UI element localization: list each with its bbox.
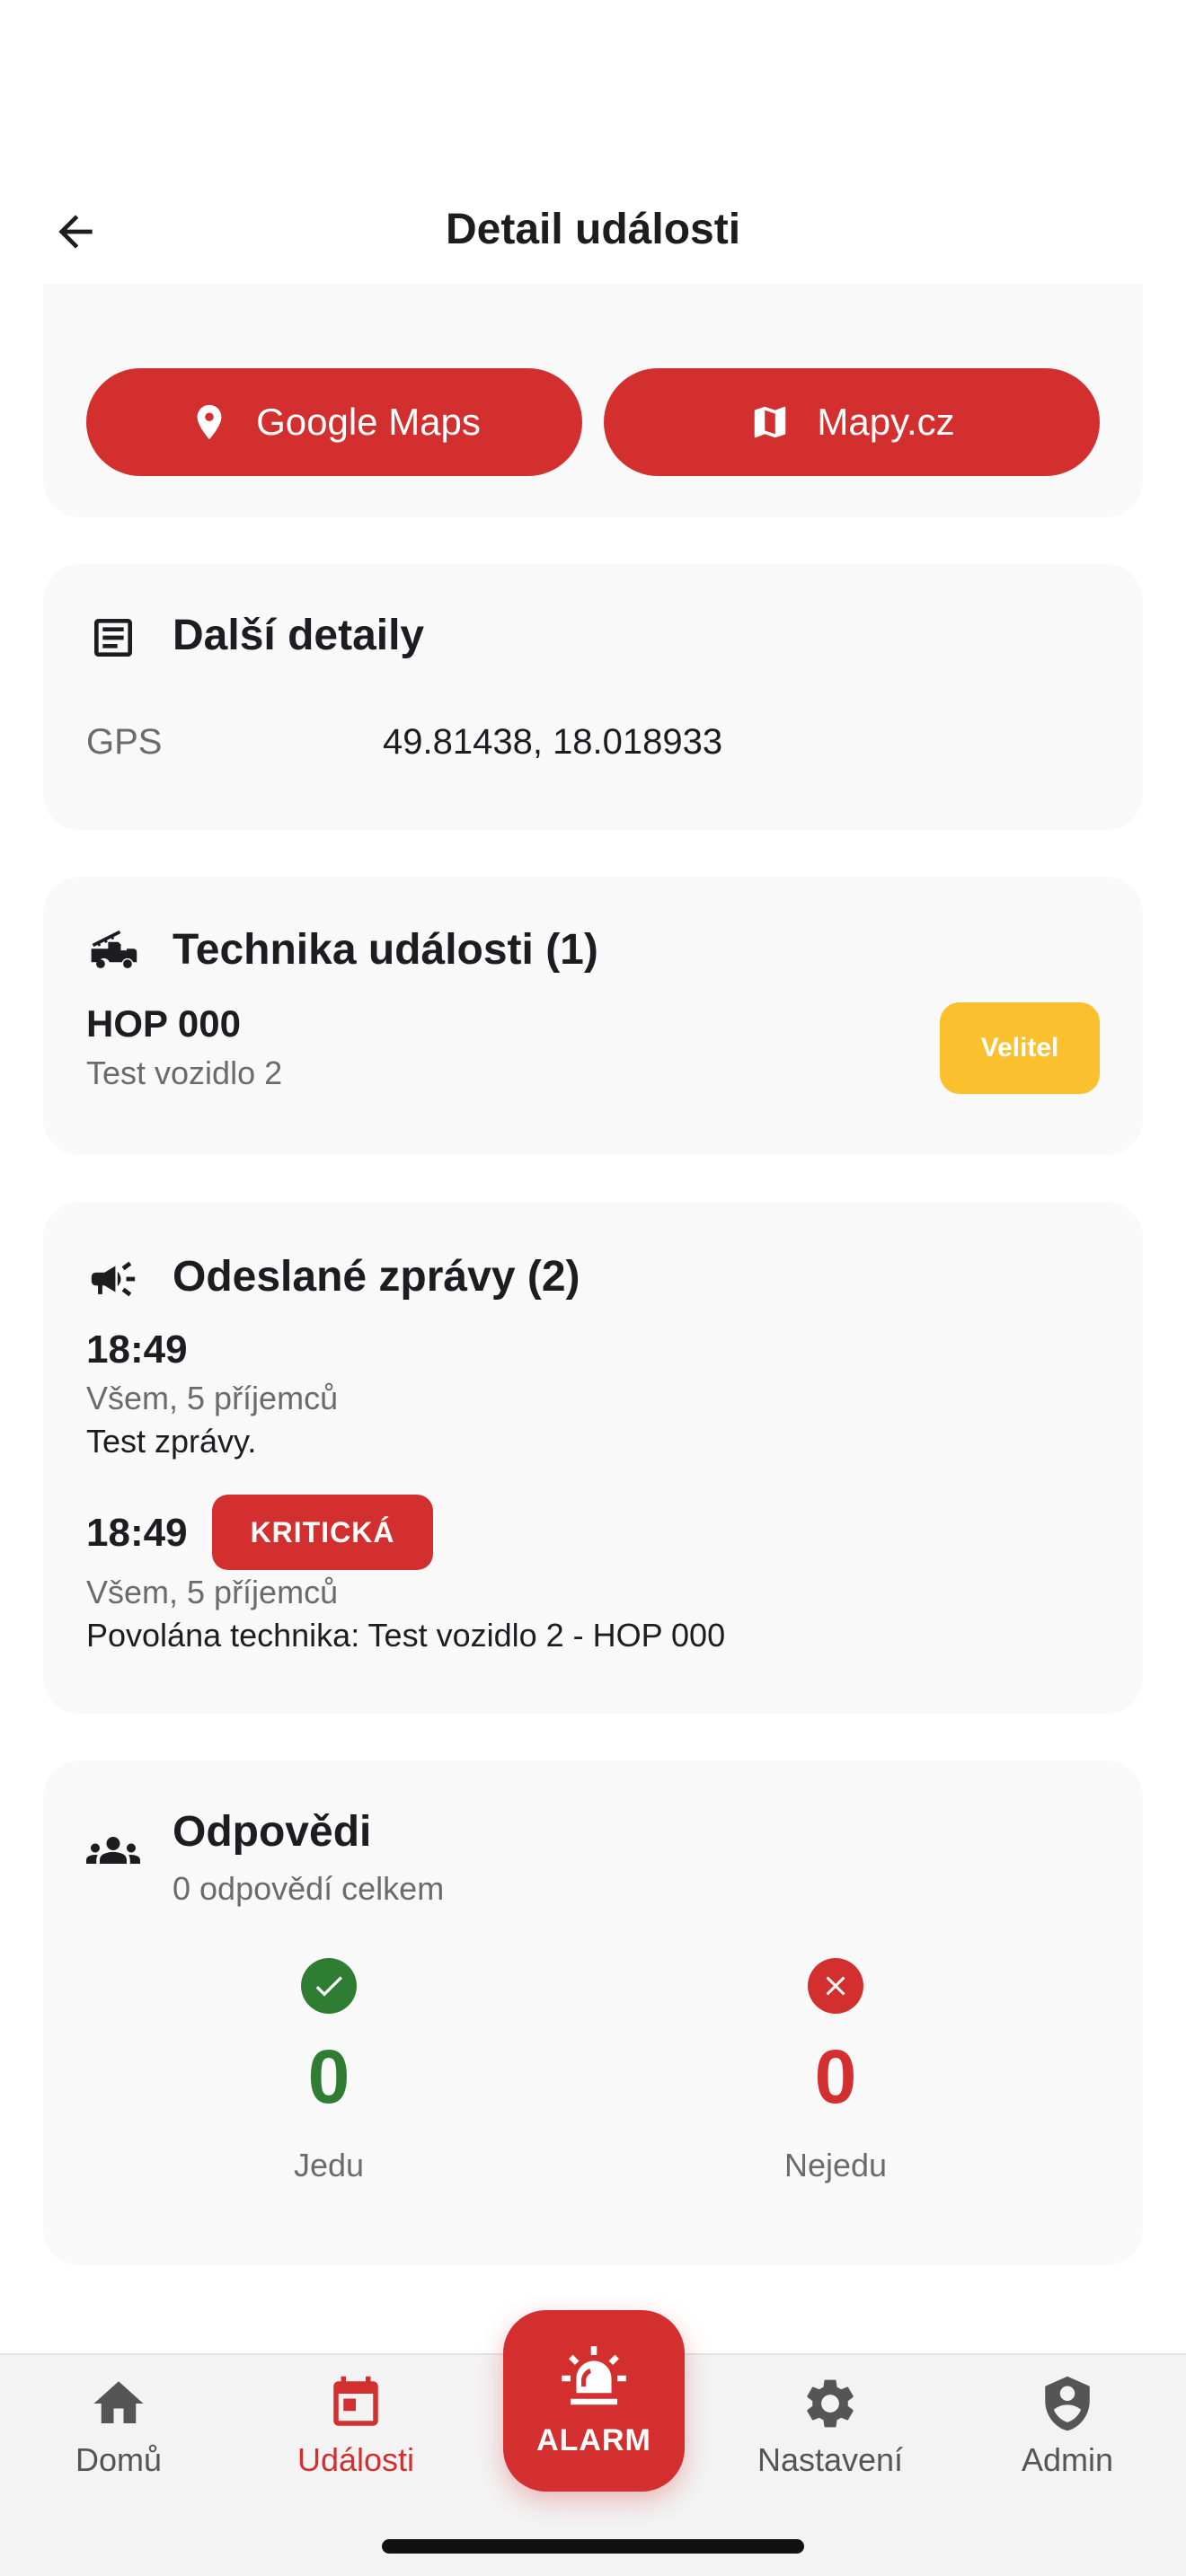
- home-icon: [88, 2373, 149, 2434]
- navigation-card: Google Maps Mapy.cz: [43, 284, 1143, 517]
- nav-admin-label: Admin: [1021, 2441, 1114, 2478]
- message-recipients: Všem, 5 příjemců: [86, 1574, 339, 1610]
- going-count: 0: [307, 2034, 350, 2119]
- document-icon: [86, 611, 140, 665]
- nav-events-label: Události: [296, 2441, 415, 2478]
- nav-settings-label: Nastavení: [757, 2441, 904, 2478]
- alarm-button[interactable]: ALARM: [503, 2310, 685, 2492]
- google-maps-label: Google Maps: [256, 401, 481, 443]
- mapy-cz-button[interactable]: Mapy.cz: [604, 368, 1100, 476]
- siren-icon: [559, 2343, 629, 2418]
- app-bar: Detail události: [0, 180, 1186, 284]
- megaphone-icon: [86, 1252, 140, 1306]
- critical-badge: KRITICKÁ: [212, 1495, 433, 1570]
- message-text: Test zprávy.: [86, 1423, 257, 1460]
- nav-events[interactable]: Události: [266, 2373, 446, 2479]
- vehicles-title: Technika události (1): [173, 926, 598, 974]
- map-pin-icon: [188, 401, 231, 444]
- going-summary: 0 Jedu: [194, 1958, 464, 2184]
- message-time: 18:49: [86, 1328, 188, 1372]
- not-going-label: Nejedu: [783, 2147, 888, 2183]
- messages-title: Odeslané zprávy (2): [173, 1253, 580, 1301]
- shield-user-icon: [1037, 2373, 1098, 2434]
- nav-admin[interactable]: Admin: [978, 2373, 1157, 2479]
- responses-card: Odpovědi 0 odpovědí celkem 0 Jedu 0 Neje…: [43, 1760, 1143, 2265]
- details-card: Další detaily GPS 49.81438, 18.018933: [43, 564, 1143, 830]
- nav-home-label: Domů: [75, 2441, 163, 2478]
- calendar-icon: [325, 2373, 386, 2434]
- responses-title: Odpovědi: [173, 1808, 372, 1856]
- group-icon: [86, 1823, 140, 1877]
- responses-subtitle: 0 odpovědí celkem: [173, 1870, 445, 1907]
- vehicles-card: Technika události (1) HOP 000 Test vozid…: [43, 877, 1143, 1155]
- details-title: Další detaily: [173, 612, 425, 659]
- vehicle-name: HOP 000: [86, 1002, 241, 1045]
- role-badge: Velitel: [940, 1002, 1100, 1094]
- map-icon: [748, 401, 792, 444]
- nav-settings[interactable]: Nastavení: [740, 2373, 920, 2479]
- gps-label: GPS: [86, 722, 163, 762]
- fire-truck-icon: [86, 925, 140, 979]
- nav-home[interactable]: Domů: [29, 2373, 208, 2479]
- mapy-cz-label: Mapy.cz: [817, 401, 955, 443]
- google-maps-button[interactable]: Google Maps: [86, 368, 582, 476]
- cancel-circle-icon: [808, 1958, 863, 2014]
- not-going-summary: 0 Nejedu: [701, 1958, 970, 2184]
- message-text: Povolána technika: Test vozidlo 2 - HOP …: [86, 1617, 726, 1654]
- going-label: Jedu: [293, 2147, 365, 2183]
- message-time: 18:49: [86, 1511, 188, 1555]
- check-circle-icon: [301, 1958, 357, 2014]
- home-indicator: [382, 2539, 804, 2554]
- not-going-count: 0: [814, 2034, 857, 2119]
- gps-value: 49.81438, 18.018933: [383, 722, 723, 762]
- vehicle-description: Test vozidlo 2: [86, 1054, 283, 1091]
- alarm-label: ALARM: [536, 2423, 651, 2457]
- page-title: Detail události: [445, 206, 741, 253]
- message-recipients: Všem, 5 příjemců: [86, 1380, 339, 1416]
- messages-card: Odeslané zprávy (2) 18:49 Všem, 5 příjem…: [43, 1202, 1143, 1714]
- gear-icon: [800, 2373, 861, 2434]
- event-detail-screen: Detail události Google Maps Mapy.cz Dalš…: [0, 0, 1186, 2576]
